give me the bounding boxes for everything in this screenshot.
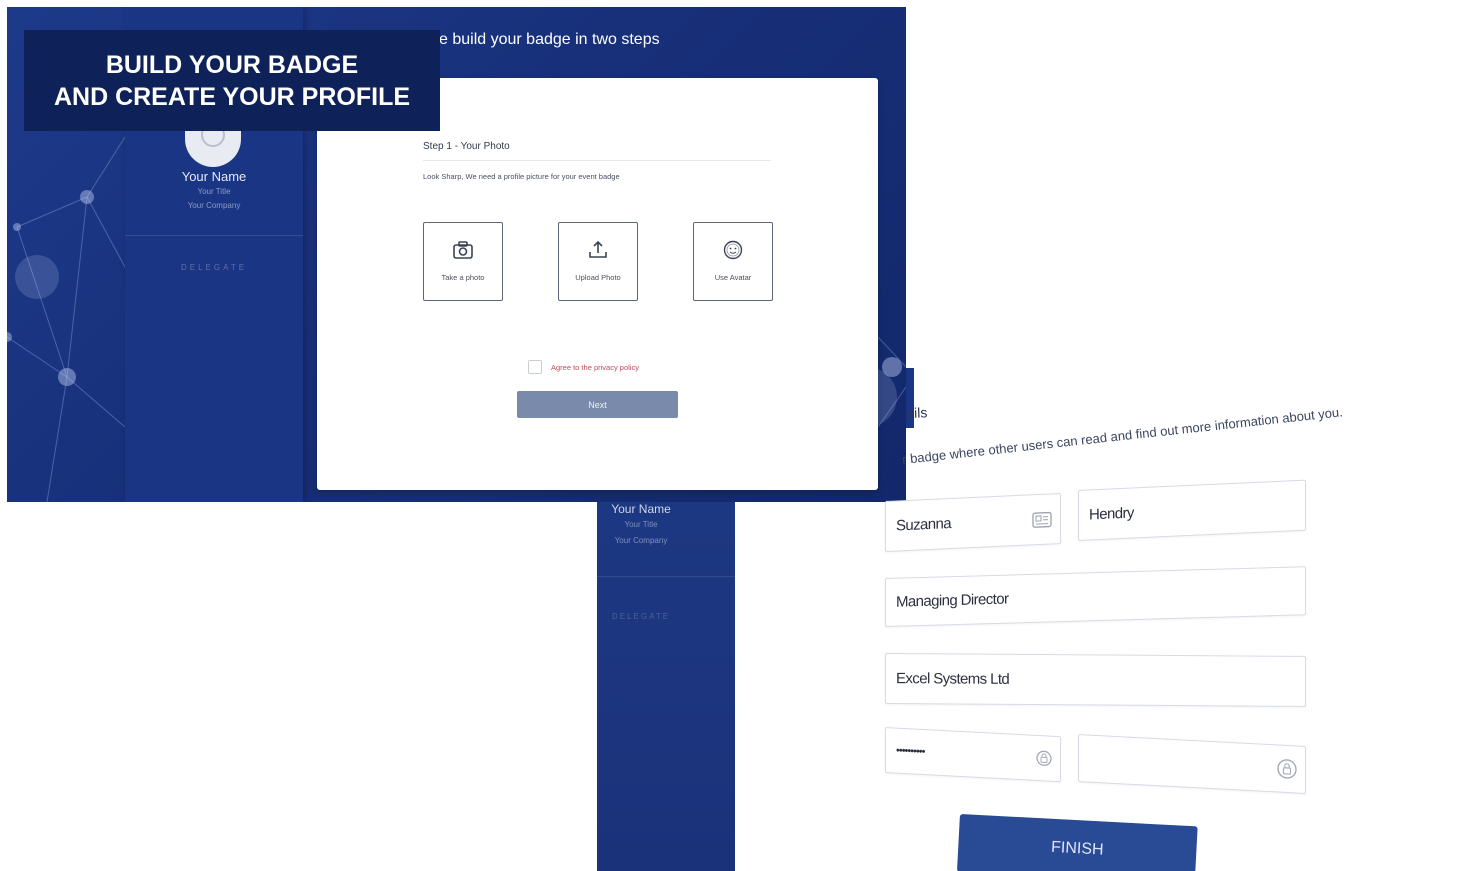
- badge-name-2: Your Name: [611, 502, 671, 516]
- step-description: Look Sharp, We need a profile picture fo…: [423, 172, 620, 181]
- badge-name: Your Name: [181, 169, 247, 184]
- company-value: Excel Systems Ltd: [896, 670, 1010, 688]
- promo-banner: BUILD YOUR BADGE AND CREATE YOUR PROFILE: [24, 30, 440, 131]
- contact-card-icon: [1032, 511, 1052, 528]
- badge-company-2: Your Company: [614, 536, 668, 545]
- lock-icon: [1036, 750, 1052, 766]
- use-avatar-label: Use Avatar: [714, 273, 752, 282]
- badge-role: DELEGATE: [180, 263, 248, 272]
- password-value: ••••••••••: [896, 744, 925, 759]
- take-photo-label: Take a photo: [441, 273, 485, 282]
- step-title: Step 1 - Your Photo: [423, 141, 510, 152]
- profile-sidebar-2: Your Name Your Title Your Company DELEGA…: [597, 502, 735, 871]
- company-field[interactable]: Excel Systems Ltd: [885, 653, 1306, 707]
- page-header: e build your badge in two steps: [439, 31, 660, 48]
- job-title-field[interactable]: Managing Director: [885, 566, 1306, 627]
- badge-company: Your Company: [187, 201, 241, 210]
- badge-title: Your Title: [197, 187, 231, 196]
- photo-step-card: Step 1 - Your Photo Look Sharp, We need …: [317, 78, 878, 490]
- badge-title-2: Your Title: [624, 520, 658, 529]
- details-subtitle: r badge where other users can read and f…: [901, 404, 1344, 467]
- upload-photo-option[interactable]: Upload Photo: [558, 222, 638, 301]
- take-photo-option[interactable]: Take a photo: [423, 222, 503, 301]
- privacy-policy-link[interactable]: Agree to the privacy policy: [551, 363, 639, 372]
- banner-line-2: AND CREATE YOUR PROFILE: [53, 83, 411, 111]
- details-heading: ails: [906, 404, 928, 421]
- upload-photo-label: Upload Photo: [575, 273, 621, 282]
- last-name-field[interactable]: Hendry: [1078, 479, 1306, 541]
- avatar-face-icon: [723, 240, 743, 260]
- confirm-password-field[interactable]: [1078, 734, 1306, 794]
- step-divider: [423, 160, 771, 161]
- camera-icon: [453, 241, 473, 259]
- sidebar-divider-2: [597, 576, 735, 577]
- badge-role-2: DELEGATE: [611, 612, 671, 621]
- photo-step-screen: Your Name Your Title Your Company DELEGA…: [7, 7, 906, 502]
- sidebar-divider: [125, 235, 303, 236]
- last-name-value: Hendry: [1089, 504, 1134, 524]
- upload-icon: [589, 240, 607, 258]
- lock-icon: [1277, 759, 1297, 779]
- first-name-value: Suzanna: [896, 515, 952, 535]
- use-avatar-option[interactable]: Use Avatar: [693, 222, 773, 301]
- next-button[interactable]: Next: [517, 391, 678, 418]
- finish-button[interactable]: FINISH: [956, 814, 1198, 871]
- job-title-value: Managing Director: [896, 590, 1009, 611]
- banner-line-1: BUILD YOUR BADGE: [105, 51, 359, 79]
- first-name-field[interactable]: Suzanna: [885, 493, 1061, 552]
- password-field[interactable]: ••••••••••: [885, 727, 1061, 783]
- privacy-checkbox[interactable]: [528, 360, 542, 374]
